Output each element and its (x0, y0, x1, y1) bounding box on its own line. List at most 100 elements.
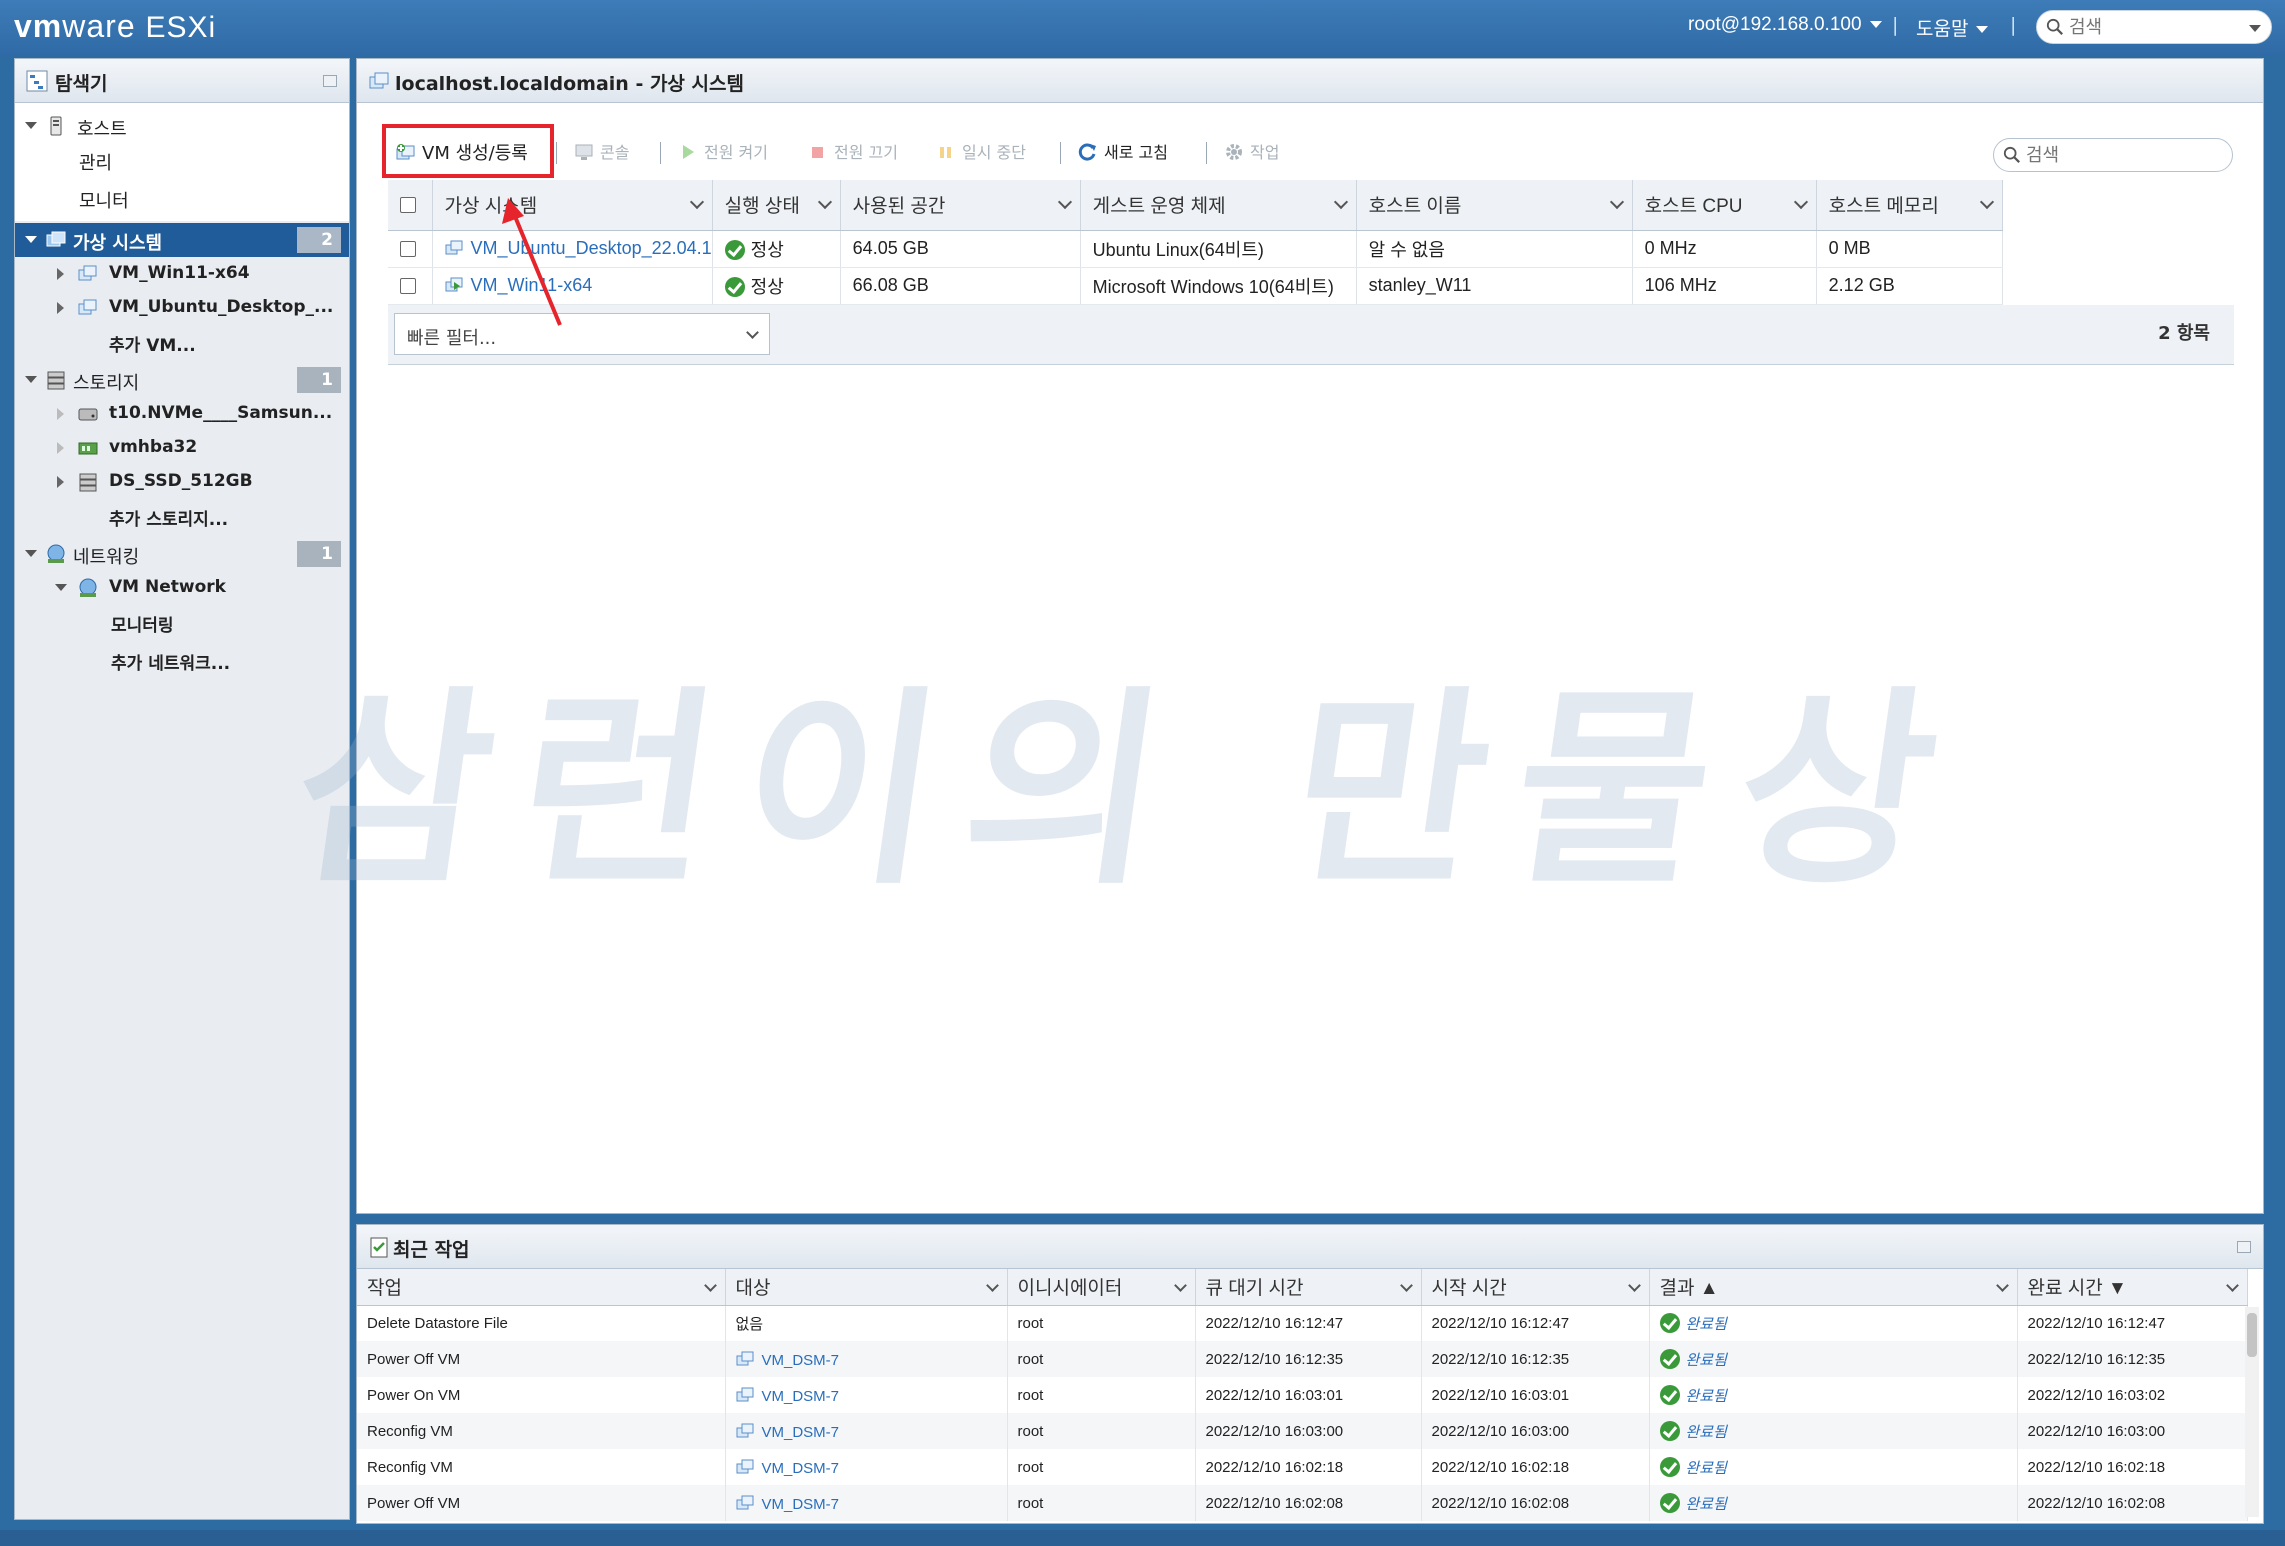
help-menu[interactable]: 도움말 (1916, 14, 1989, 41)
pause-icon (940, 147, 951, 158)
chevron-down-icon[interactable] (689, 194, 704, 210)
global-search-input[interactable] (2069, 16, 2239, 38)
column-header-host-memory[interactable]: 호스트 메모리 (1816, 180, 2003, 231)
table-row[interactable]: Delete Datastore File 없음 root 2022/12/10… (357, 1305, 2248, 1341)
nav-storage[interactable]: 스토리지 1 (15, 363, 349, 397)
chevron-down-icon[interactable] (1399, 1279, 1413, 1292)
column-header-host-name[interactable]: 호스트 이름 (1356, 180, 1633, 231)
expand-toggle-icon[interactable] (57, 476, 64, 488)
nav-network-monitoring[interactable]: 모니터링 (15, 605, 349, 643)
nav-storage-vmhba32[interactable]: vmhba32 (15, 431, 349, 465)
select-all-header[interactable] (388, 180, 433, 231)
collapse-toggle-icon[interactable] (25, 236, 37, 243)
task-target[interactable]: VM_DSM-7 (725, 1341, 1008, 1377)
nav-more-networks[interactable]: 추가 네트워크... (15, 643, 349, 677)
chevron-down-icon[interactable] (2225, 1279, 2239, 1292)
chevron-down-icon[interactable] (1627, 1279, 1641, 1292)
minimize-icon[interactable] (323, 75, 337, 87)
task-target[interactable]: VM_DSM-7 (725, 1377, 1008, 1413)
column-header-completed[interactable]: 완료 시간 ▼ (2017, 1269, 2248, 1306)
column-header-result[interactable]: 결과 ▲ (1649, 1269, 2018, 1306)
column-header-started[interactable]: 시작 시간 (1421, 1269, 1650, 1306)
nav-vm-ubuntu[interactable]: VM_Ubuntu_Desktop_... (15, 291, 349, 325)
row-checkbox-cell[interactable] (388, 230, 433, 268)
collapse-toggle-icon[interactable] (25, 550, 37, 557)
disk-icon (78, 408, 98, 421)
nav-storage-ds-ssd[interactable]: DS_SSD_512GB (15, 465, 349, 499)
column-header-initiator[interactable]: 이니시에이터 (1007, 1269, 1196, 1306)
column-header-queued[interactable]: 큐 대기 시간 (1195, 1269, 1422, 1306)
task-result: 완료됨 (1649, 1449, 2018, 1485)
quick-filter-select[interactable]: 빠른 필터... (394, 313, 770, 355)
column-header-task[interactable]: 작업 (357, 1269, 726, 1306)
task-target[interactable]: VM_DSM-7 (725, 1449, 1008, 1485)
table-row[interactable]: Power Off VM VM_DSM-7 root 2022/12/10 16… (357, 1341, 2248, 1377)
nav-virtual-machines[interactable]: 가상 시스템 2 (15, 223, 349, 257)
chevron-down-icon[interactable] (1057, 194, 1072, 210)
column-header-vm[interactable]: 가상 시스템 (432, 180, 713, 231)
collapse-toggle-icon[interactable] (25, 122, 37, 129)
nav-vmhba32-label: vmhba32 (109, 437, 198, 457)
task-target[interactable]: VM_DSM-7 (725, 1413, 1008, 1449)
nav-networking[interactable]: 네트워킹 1 (15, 537, 349, 571)
row-checkbox-cell[interactable] (388, 267, 433, 305)
vm-name-cell[interactable]: VM_Ubuntu_Desktop_22.04.1 (432, 230, 713, 268)
vm-search[interactable] (1993, 138, 2233, 172)
select-all-checkbox[interactable] (400, 196, 416, 213)
vm-host-name[interactable]: stanley_W11 (1356, 267, 1633, 305)
table-row[interactable]: Reconfig VM VM_DSM-7 root 2022/12/10 16:… (357, 1413, 2248, 1449)
chevron-down-icon[interactable] (1333, 194, 1348, 210)
table-row[interactable]: Power On VM VM_DSM-7 root 2022/12/10 16:… (357, 1377, 2248, 1413)
chevron-down-icon[interactable] (1173, 1279, 1187, 1292)
nav-host-manage[interactable]: 관리 (15, 143, 349, 181)
actions-button[interactable]: 작업 (1224, 139, 1279, 163)
power-off-button[interactable]: 전원 끄기 (808, 139, 898, 163)
expand-toggle-icon[interactable] (57, 302, 64, 314)
vm-name-link[interactable]: VM_Win11-x64 (471, 275, 593, 295)
nav-host-monitor[interactable]: 모니터 (15, 181, 349, 221)
table-row[interactable]: VM_Ubuntu_Desktop_22.04.1 정상 64.05 GB Ub… (388, 230, 2003, 268)
refresh-button[interactable]: 새로 고침 (1078, 139, 1168, 163)
minimize-icon[interactable] (2237, 1241, 2251, 1253)
column-header-target[interactable]: 대상 (725, 1269, 1008, 1306)
chevron-down-icon[interactable] (817, 194, 832, 210)
chevron-down-icon[interactable] (985, 1279, 999, 1292)
tasks-scrollbar[interactable] (2245, 1307, 2259, 1517)
chevron-down-icon[interactable] (1995, 1279, 2009, 1292)
chevron-down-icon[interactable] (746, 326, 759, 339)
global-search[interactable] (2036, 10, 2272, 44)
nav-more-vms[interactable]: 추가 VM... (15, 325, 349, 363)
row-checkbox[interactable] (400, 241, 416, 258)
row-checkbox[interactable] (400, 278, 416, 295)
scrollbar-thumb[interactable] (2247, 1313, 2257, 1357)
nav-storage-nvme[interactable]: t10.NVMe____Samsun... (15, 397, 349, 431)
chevron-down-icon[interactable] (1793, 194, 1808, 210)
task-queued: 2022/12/10 16:03:01 (1195, 1377, 1422, 1413)
vm-search-input[interactable] (2026, 144, 2206, 166)
table-row[interactable]: Power Off VM VM_DSM-7 root 2022/12/10 16… (357, 1485, 2248, 1521)
table-row[interactable]: Reconfig VM VM_DSM-7 root 2022/12/10 16:… (357, 1449, 2248, 1485)
column-header-guest-os[interactable]: 게스트 운영 체제 (1080, 180, 1357, 231)
nav-vm-network[interactable]: VM Network (15, 571, 349, 605)
user-menu[interactable]: root@192.168.0.100 (1688, 14, 1882, 36)
power-on-button[interactable]: 전원 켜기 (678, 139, 768, 163)
nav-more-storage[interactable]: 추가 스토리지... (15, 499, 349, 537)
column-header-host-cpu[interactable]: 호스트 CPU (1632, 180, 1817, 231)
chevron-down-icon[interactable] (1609, 194, 1624, 210)
vm-name-link[interactable]: VM_Ubuntu_Desktop_22.04.1 (471, 238, 712, 258)
nav-vm-win11[interactable]: VM_Win11-x64 (15, 257, 349, 291)
chevron-down-icon[interactable] (2249, 25, 2261, 32)
expand-toggle-icon[interactable] (57, 268, 64, 280)
collapse-toggle-icon[interactable] (55, 584, 67, 591)
table-row[interactable]: VM_Win11-x64 정상 66.08 GB Microsoft Windo… (388, 267, 2003, 305)
column-header-state[interactable]: 실행 상태 (712, 180, 841, 231)
nav-host[interactable]: 호스트 (15, 109, 349, 143)
task-target[interactable]: VM_DSM-7 (725, 1485, 1008, 1521)
column-header-used-space[interactable]: 사용된 공간 (840, 180, 1081, 231)
chevron-down-icon[interactable] (1979, 194, 1994, 210)
chevron-down-icon[interactable] (703, 1279, 717, 1292)
console-button[interactable]: 콘솔 (574, 139, 629, 163)
collapse-toggle-icon[interactable] (25, 376, 37, 383)
vm-name-cell[interactable]: VM_Win11-x64 (432, 267, 713, 305)
suspend-button[interactable]: 일시 중단 (936, 139, 1026, 163)
